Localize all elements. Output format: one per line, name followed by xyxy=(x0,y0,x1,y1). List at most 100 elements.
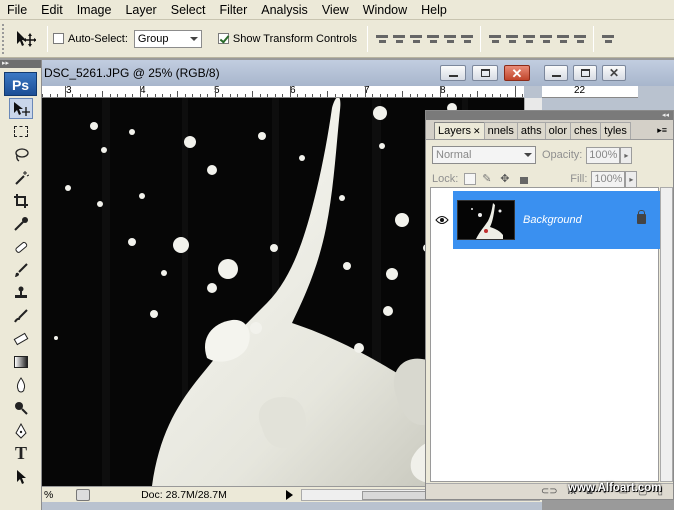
toolbox: ▸▸ Ps T xyxy=(0,60,42,510)
menu-layer[interactable]: Layer xyxy=(118,0,163,20)
menu-help[interactable]: Help xyxy=(414,0,454,20)
show-transform-checkbox[interactable] xyxy=(217,33,229,44)
ps-logo[interactable]: Ps xyxy=(4,72,37,96)
panel-menu-icon[interactable]: ▸≡ xyxy=(657,125,667,136)
auto-align-layers-icon[interactable] xyxy=(601,32,615,46)
layer-row-background[interactable]: Background xyxy=(431,191,660,249)
toolbox-grip[interactable]: ▸▸ xyxy=(0,60,41,68)
blend-mode-dropdown[interactable]: Normal xyxy=(432,146,536,164)
distribute-bottom-icon[interactable] xyxy=(522,32,536,46)
ruler-number: 8 xyxy=(440,86,446,96)
ruler-tick xyxy=(177,91,178,97)
close-button[interactable]: ✕ xyxy=(504,65,530,81)
magic-wand-tool-icon[interactable] xyxy=(9,167,33,188)
align-bottom-icon[interactable] xyxy=(409,32,423,46)
minimize-button[interactable] xyxy=(440,65,466,81)
align-left-icon[interactable] xyxy=(426,32,440,46)
status-arrow-icon[interactable] xyxy=(286,489,293,500)
lock-pixels-icon[interactable]: ✎ xyxy=(482,173,494,185)
menu-edit[interactable]: Edit xyxy=(34,0,70,20)
align-right-icon[interactable] xyxy=(460,32,474,46)
blur-tool-icon[interactable] xyxy=(9,374,33,395)
menu-select[interactable]: Select xyxy=(164,0,213,20)
tab-styles[interactable]: tyles xyxy=(600,122,631,139)
close-button[interactable]: ✕ xyxy=(602,65,626,81)
fill-stepper[interactable]: ▸ xyxy=(625,170,638,188)
eyedropper-tool-icon[interactable] xyxy=(9,213,33,234)
brush-tool-icon[interactable] xyxy=(9,259,33,280)
menu-analysis[interactable]: Analysis xyxy=(254,0,315,20)
marquee-tool-icon[interactable] xyxy=(9,121,33,142)
align-hcenter-icon[interactable] xyxy=(443,32,457,46)
maximize-button[interactable] xyxy=(472,65,498,81)
align-vcenter-icon[interactable] xyxy=(392,32,406,46)
lock-transparent-icon[interactable] xyxy=(464,173,477,185)
ruler-tick xyxy=(394,94,396,97)
move-tool-preset-icon[interactable] xyxy=(8,25,42,53)
distribute-right-icon[interactable] xyxy=(573,32,587,46)
document-title-bar[interactable]: DSC_5261.JPG @ 25% (RGB/8) ✕ xyxy=(42,60,542,86)
zoom-level[interactable]: % xyxy=(42,489,72,501)
maximize-button[interactable] xyxy=(573,65,597,81)
distribute-top-icon[interactable] xyxy=(488,32,502,46)
status-menu-icon[interactable] xyxy=(76,488,90,501)
distribute-left-icon[interactable] xyxy=(539,32,553,46)
align-top-icon[interactable] xyxy=(375,32,389,46)
layers-scrollbar[interactable] xyxy=(660,187,673,482)
dodge-tool-icon[interactable] xyxy=(9,397,33,418)
move-tool-icon[interactable] xyxy=(9,98,33,119)
auto-select-dropdown[interactable]: Group xyxy=(133,29,202,48)
fill-field[interactable]: 100% xyxy=(591,170,626,188)
distribute-hcenter-icon[interactable] xyxy=(556,32,570,46)
tab-channels[interactable]: nnels xyxy=(483,122,518,139)
link-icon[interactable]: ⊂⊃ xyxy=(541,486,558,497)
tab-label: ches xyxy=(574,125,598,137)
opacity-field[interactable]: 100% xyxy=(586,146,621,164)
tab-layers[interactable]: Layers ✕ xyxy=(434,122,485,139)
second-window-title-bar[interactable]: ✕ xyxy=(542,60,674,86)
ruler-tick xyxy=(402,91,403,97)
lock-position-icon[interactable]: ✥ xyxy=(500,173,512,185)
menu-file[interactable]: File xyxy=(0,0,34,20)
auto-select-checkbox[interactable] xyxy=(53,33,64,44)
history-brush-tool-icon[interactable] xyxy=(9,305,33,326)
ruler-tick xyxy=(334,94,336,97)
type-tool-icon[interactable]: T xyxy=(9,443,33,464)
second-document-window: ✕ 22 xyxy=(542,60,674,110)
path-selection-tool-icon[interactable] xyxy=(9,466,33,487)
ruler-tick xyxy=(207,94,208,97)
layer-selected-area[interactable]: Background xyxy=(453,191,660,249)
tab-swatches[interactable]: ches xyxy=(570,122,602,139)
layer-list: Background xyxy=(430,187,660,482)
opacity-stepper[interactable]: ▸ xyxy=(620,146,633,164)
menu-filter[interactable]: Filter xyxy=(212,0,254,20)
tab-paths[interactable]: aths xyxy=(516,122,546,139)
gradient-tool-icon[interactable] xyxy=(9,351,33,372)
healing-brush-tool-icon[interactable] xyxy=(9,236,33,257)
layer-name[interactable]: Background xyxy=(523,214,582,226)
ruler-tick xyxy=(237,94,238,97)
lock-all-icon[interactable] xyxy=(518,173,530,185)
show-transform-label: Show Transform Controls xyxy=(232,32,358,45)
menu-window[interactable]: Window xyxy=(356,0,414,20)
options-bar: Auto-Select: Group Show Transform Contro… xyxy=(0,20,674,58)
minimize-button[interactable] xyxy=(544,65,568,81)
ruler-tick xyxy=(507,94,508,97)
clone-stamp-tool-icon[interactable] xyxy=(9,282,33,303)
panel-grip[interactable]: ◂◂ xyxy=(426,111,673,120)
menu-image[interactable]: Image xyxy=(70,0,119,20)
menu-view[interactable]: View xyxy=(315,0,356,20)
eye-icon[interactable] xyxy=(431,191,453,249)
ruler-tick xyxy=(522,94,523,97)
close-icon[interactable]: ✕ xyxy=(473,126,481,136)
ruler-tick xyxy=(139,86,141,97)
crop-tool-icon[interactable] xyxy=(9,190,33,211)
eraser-tool-icon[interactable] xyxy=(9,328,33,349)
ruler-tick xyxy=(387,94,388,97)
tab-color[interactable]: olor xyxy=(544,122,572,139)
lasso-tool-icon[interactable] xyxy=(9,144,33,165)
minimize-icon xyxy=(551,74,561,77)
close-icon: ✕ xyxy=(608,66,620,80)
pen-tool-icon[interactable] xyxy=(9,420,33,441)
distribute-vcenter-icon[interactable] xyxy=(505,32,519,46)
